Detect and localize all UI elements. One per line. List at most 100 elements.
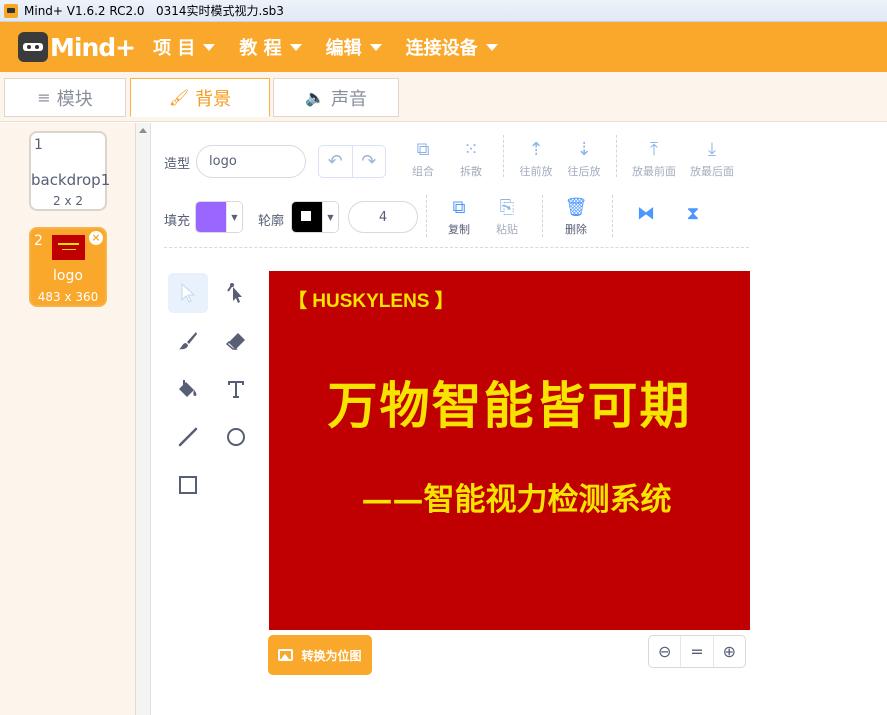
undo-icon[interactable]: ↶	[319, 146, 352, 177]
toolbar-divider	[612, 195, 613, 237]
speaker-icon: 🔈	[305, 88, 325, 107]
window-title-bar: Mind+ V1.6.2 RC2.0 0314实时模式视力.sb3	[0, 0, 887, 22]
scroll-up-icon[interactable]	[139, 128, 147, 133]
window-title: Mind+ V1.6.2 RC2.0 0314实时模式视力.sb3	[24, 4, 284, 18]
paint-canvas[interactable]: 【 HUSKYLENS 】 万物智能皆可期 ——智能视力检测系统	[269, 271, 750, 630]
eraser-tool[interactable]	[216, 321, 256, 361]
canvas-brand-text: 【 HUSKYLENS 】	[288, 291, 454, 312]
costume-number: 2	[34, 233, 43, 249]
send-to-back-label: 放最后面	[690, 165, 734, 178]
menu-tutorial-label: 教 程	[239, 38, 282, 59]
paint-editor: 造型 ↶ ↷ ⧉ 组合 ⁙ 拆散 ⇡ 往前放 ⇣ 往后放 ⤒ 放最前面 ⤓ 放最…	[152, 123, 887, 715]
outline-width-input[interactable]	[348, 201, 418, 233]
chevron-down-icon	[369, 43, 382, 51]
convert-to-bitmap-label: 转换为位图	[301, 648, 362, 663]
zoom-controls: ⊖ = ⊕	[648, 635, 746, 668]
costume-number: 1	[34, 137, 43, 153]
rectangle-tool[interactable]	[168, 465, 208, 505]
menu-bar: Mind+ 项 目 教 程 编辑 连接设备	[0, 22, 887, 72]
menu-project[interactable]: 项 目	[153, 34, 216, 60]
canvas-subline: ——智能视力检测系统	[361, 482, 672, 518]
costume-name-input[interactable]	[196, 145, 306, 178]
bring-to-front-label: 放最前面	[632, 165, 676, 178]
toolbar-divider	[542, 195, 543, 237]
delete-button-label: 删除	[565, 223, 587, 236]
flip-vertical-button[interactable]: ⧗	[665, 203, 721, 227]
arrow-down-icon: ⇣	[576, 139, 592, 160]
line-tool[interactable]	[168, 417, 208, 457]
reshape-tool[interactable]	[216, 273, 256, 313]
bring-to-front-icon: ⤒	[650, 139, 658, 160]
ungroup-button-label: 拆散	[460, 165, 482, 178]
menu-connect-device[interactable]: 连接设备	[406, 34, 498, 60]
robot-logo-icon	[18, 32, 48, 62]
trash-icon: 🗑	[564, 197, 588, 218]
costume-list	[0, 123, 136, 715]
toolbar-divider	[503, 135, 504, 177]
costume-size: 2 x 2	[53, 194, 83, 208]
backward-button[interactable]: ⇣ 往后放	[556, 139, 612, 179]
menu-tutorial[interactable]: 教 程	[239, 34, 302, 60]
tab-backdrops[interactable]: 🖌 背景	[130, 78, 270, 117]
app-icon	[4, 3, 18, 18]
send-to-back-icon: ⤓	[708, 139, 716, 160]
outline-color-picker[interactable]: ▼	[291, 201, 339, 233]
outline-label: 轮廓	[258, 214, 285, 229]
bring-to-front-button[interactable]: ⤒ 放最前面	[626, 139, 682, 179]
zoom-out-icon[interactable]: ⊖	[649, 636, 680, 667]
convert-to-bitmap-button[interactable]: 转换为位图	[268, 635, 372, 675]
chevron-down-icon	[289, 43, 302, 51]
costume-list-scrollbar[interactable]	[136, 123, 151, 715]
costume-thumbnail	[52, 235, 85, 260]
arrow-cursor-icon	[181, 282, 196, 303]
editor-tabs: ≡ 模块 🖌 背景 🔈 声音	[0, 72, 887, 122]
fill-color-picker[interactable]: ▼	[195, 201, 243, 233]
toolbar-separator	[164, 247, 749, 248]
zoom-reset-icon[interactable]: =	[680, 636, 712, 667]
tab-sounds-label: 声音	[330, 88, 367, 110]
costume-name: logo	[53, 268, 83, 284]
costume-item-logo[interactable]: 2 × logo 483 x 360	[29, 227, 107, 307]
chevron-down-icon: ▼	[322, 202, 338, 232]
fill-label: 填充	[164, 214, 191, 229]
close-icon[interactable]: ×	[89, 231, 103, 245]
blocks-icon: ≡	[37, 88, 51, 107]
circle-tool[interactable]	[216, 417, 256, 457]
select-tool[interactable]	[168, 273, 208, 313]
tab-sounds[interactable]: 🔈 声音	[273, 78, 399, 117]
costume-name-label: 造型	[164, 157, 191, 172]
image-icon	[278, 649, 294, 661]
ungroup-icon: ⁙	[463, 139, 479, 160]
tab-blocks[interactable]: ≡ 模块	[4, 78, 126, 117]
toolbar-divider	[616, 135, 617, 177]
redo-icon[interactable]: ↷	[351, 146, 386, 177]
brush-tool[interactable]	[168, 321, 208, 361]
costume-name: backdrop1	[31, 171, 111, 189]
logo-text: Mind+	[50, 32, 136, 62]
forward-button-label: 往前放	[519, 165, 553, 178]
delete-button[interactable]: 🗑 删除	[548, 197, 604, 237]
fill-tool[interactable]	[168, 369, 208, 409]
mindplus-logo[interactable]: Mind+	[18, 32, 136, 62]
send-to-back-button[interactable]: ⤓ 放最后面	[684, 139, 740, 179]
paste-button[interactable]: ⎘ 粘贴	[479, 197, 535, 237]
toolbar-divider	[426, 195, 427, 237]
flip-vertical-icon: ⧗	[686, 203, 700, 224]
menu-project-label: 项 目	[153, 38, 196, 59]
paint-bucket-icon	[179, 380, 197, 397]
ungroup-button[interactable]: ⁙ 拆散	[443, 139, 499, 179]
brush-icon	[179, 332, 197, 350]
costume-item-backdrop1[interactable]: 1 backdrop1 2 x 2	[29, 131, 111, 211]
zoom-in-icon[interactable]: ⊕	[712, 636, 745, 667]
reshape-icon	[227, 283, 242, 303]
tab-blocks-label: 模块	[56, 88, 93, 110]
paste-icon: ⎘	[499, 197, 515, 218]
undo-redo-group: ↶ ↷	[318, 145, 386, 178]
menu-edit[interactable]: 编辑	[326, 34, 382, 60]
canvas-headline: 万物智能皆可期	[327, 376, 692, 435]
text-tool[interactable]	[216, 369, 256, 409]
rectangle-icon	[179, 476, 197, 494]
fill-color-swatch	[196, 202, 226, 232]
copy-button-label: 复制	[448, 223, 470, 236]
eraser-icon	[225, 333, 245, 350]
